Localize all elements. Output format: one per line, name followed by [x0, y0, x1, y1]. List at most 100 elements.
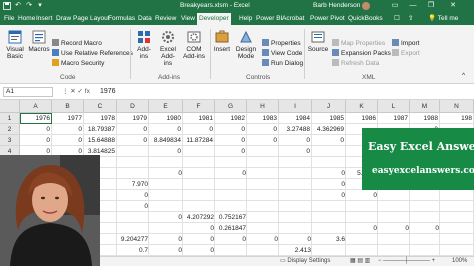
column-header-k[interactable]: K: [346, 100, 378, 113]
cell-j5[interactable]: [312, 157, 346, 168]
cell-m13[interactable]: [410, 245, 440, 256]
cell-value[interactable]: 0: [183, 234, 215, 245]
collapse-ribbon-icon[interactable]: ^: [462, 71, 465, 80]
cell-value[interactable]: 0.7: [117, 245, 149, 256]
visual-basic-button[interactable]: Visual Basic: [3, 30, 27, 60]
customize-toolbar-icon[interactable]: ▾: [36, 2, 44, 10]
run-dialog-button[interactable]: Run Dialog: [262, 59, 303, 68]
cell-j2[interactable]: 4.362969: [312, 124, 346, 135]
cell-value[interactable]: 4.207292: [183, 212, 215, 223]
cell-value[interactable]: 7.970: [117, 179, 149, 190]
refresh-data-button[interactable]: Refresh Data: [332, 59, 379, 68]
import-button[interactable]: Import: [392, 39, 419, 48]
cell-g2[interactable]: 0: [215, 124, 247, 135]
view-buttons[interactable]: ▦ ▤ ▥: [350, 257, 370, 266]
cell-i8[interactable]: [279, 190, 312, 201]
cell-m10[interactable]: [410, 212, 440, 223]
cell-d5[interactable]: [117, 157, 149, 168]
cell-d1[interactable]: 1979: [117, 113, 149, 124]
cell-j1[interactable]: 1985: [312, 113, 346, 124]
cell-i1[interactable]: 1984: [279, 113, 312, 124]
cell-value[interactable]: 2.413: [279, 245, 312, 256]
macro-security-button[interactable]: Macro Security: [52, 59, 104, 68]
cell-n1[interactable]: 198: [440, 113, 474, 124]
cell-d6[interactable]: [117, 168, 149, 179]
cell-value[interactable]: 0.261847: [215, 223, 247, 234]
cell-g3[interactable]: 0: [215, 135, 247, 146]
cell-a3[interactable]: 0: [20, 135, 52, 146]
cell-h3[interactable]: 0: [247, 135, 279, 146]
share-icon[interactable]: ⇧: [406, 13, 415, 25]
cell-j9[interactable]: [312, 201, 346, 212]
cell-value[interactable]: 0: [117, 201, 149, 212]
cell-value[interactable]: 3.6: [312, 234, 346, 245]
tab-file[interactable]: File: [2, 13, 16, 25]
cell-j13[interactable]: [312, 245, 346, 256]
cell-i11[interactable]: [279, 223, 312, 234]
cell-b2[interactable]: 0: [52, 124, 84, 135]
cell-value[interactable]: 0: [410, 223, 440, 234]
column-header-i[interactable]: I: [279, 100, 312, 113]
cell-l1[interactable]: 1987: [378, 113, 410, 124]
cell-e8[interactable]: [149, 190, 183, 201]
cell-j10[interactable]: [312, 212, 346, 223]
export-button[interactable]: Export: [392, 49, 420, 58]
cell-f8[interactable]: [183, 190, 215, 201]
undo-icon[interactable]: ↶: [14, 2, 22, 10]
cell-value[interactable]: 0: [149, 212, 183, 223]
cell-f2[interactable]: 0: [183, 124, 215, 135]
cell-i6[interactable]: [279, 168, 312, 179]
cell-d2[interactable]: 0: [117, 124, 149, 135]
cell-k1[interactable]: 1986: [346, 113, 378, 124]
tab-acrobat[interactable]: Acrobat: [280, 13, 306, 25]
cell-g1[interactable]: 1982: [215, 113, 247, 124]
row-header[interactable]: 1: [0, 113, 20, 124]
addins-button[interactable]: Add-ins: [133, 30, 155, 60]
cell-value[interactable]: 0: [279, 234, 312, 245]
record-macro-button[interactable]: Record Macro: [52, 39, 102, 48]
cell-n11[interactable]: [440, 223, 474, 234]
user-avatar[interactable]: [362, 2, 370, 10]
cell-e1[interactable]: 1980: [149, 113, 183, 124]
cell-h4[interactable]: [247, 146, 279, 157]
cell-value[interactable]: 9.204277: [117, 234, 149, 245]
cell-d3[interactable]: 0: [117, 135, 149, 146]
column-header-c[interactable]: C: [84, 100, 117, 113]
cell-f7[interactable]: [183, 179, 215, 190]
cell-i4[interactable]: 0: [279, 146, 312, 157]
relative-references-button[interactable]: Use Relative References: [52, 49, 133, 58]
cell-g8[interactable]: [215, 190, 247, 201]
cell-g5[interactable]: [215, 157, 247, 168]
cell-value[interactable]: 0: [117, 190, 149, 201]
formula-bar-icons[interactable]: ⋮ ✕ ✓ fx: [62, 87, 90, 97]
cell-d4[interactable]: [117, 146, 149, 157]
cell-value[interactable]: 0: [215, 168, 247, 179]
column-header-f[interactable]: F: [183, 100, 215, 113]
cell-e9[interactable]: [149, 201, 183, 212]
column-header-d[interactable]: D: [117, 100, 149, 113]
cell-c1[interactable]: 1978: [84, 113, 117, 124]
cell-i5[interactable]: [279, 157, 312, 168]
column-header-n[interactable]: N: [440, 100, 474, 113]
display-settings-button[interactable]: ▭ Display Settings: [280, 257, 330, 266]
cell-value[interactable]: 0: [149, 245, 183, 256]
cell-e11[interactable]: [149, 223, 183, 234]
cell-h9[interactable]: [247, 201, 279, 212]
cell-c2[interactable]: 18.79387: [84, 124, 117, 135]
tab-quickbooks[interactable]: QuickBooks: [346, 13, 385, 25]
close-button[interactable]: ✕: [444, 0, 462, 12]
cell-h11[interactable]: [247, 223, 279, 234]
cell-value[interactable]: 0: [183, 245, 215, 256]
column-header-a[interactable]: A: [20, 100, 52, 113]
cell-value[interactable]: 0: [312, 190, 346, 201]
cell-value[interactable]: 0: [312, 179, 346, 190]
macros-button[interactable]: Macros: [28, 30, 50, 53]
zoom-level[interactable]: 100%: [452, 257, 467, 266]
column-header-l[interactable]: L: [378, 100, 410, 113]
zoom-slider[interactable]: − ─────┼───── +: [378, 257, 435, 266]
cell-b3[interactable]: 0: [52, 135, 84, 146]
cell-b1[interactable]: 1977: [52, 113, 84, 124]
cell-l12[interactable]: [378, 234, 410, 245]
cell-h10[interactable]: [247, 212, 279, 223]
cell-j3[interactable]: 0: [312, 135, 346, 146]
